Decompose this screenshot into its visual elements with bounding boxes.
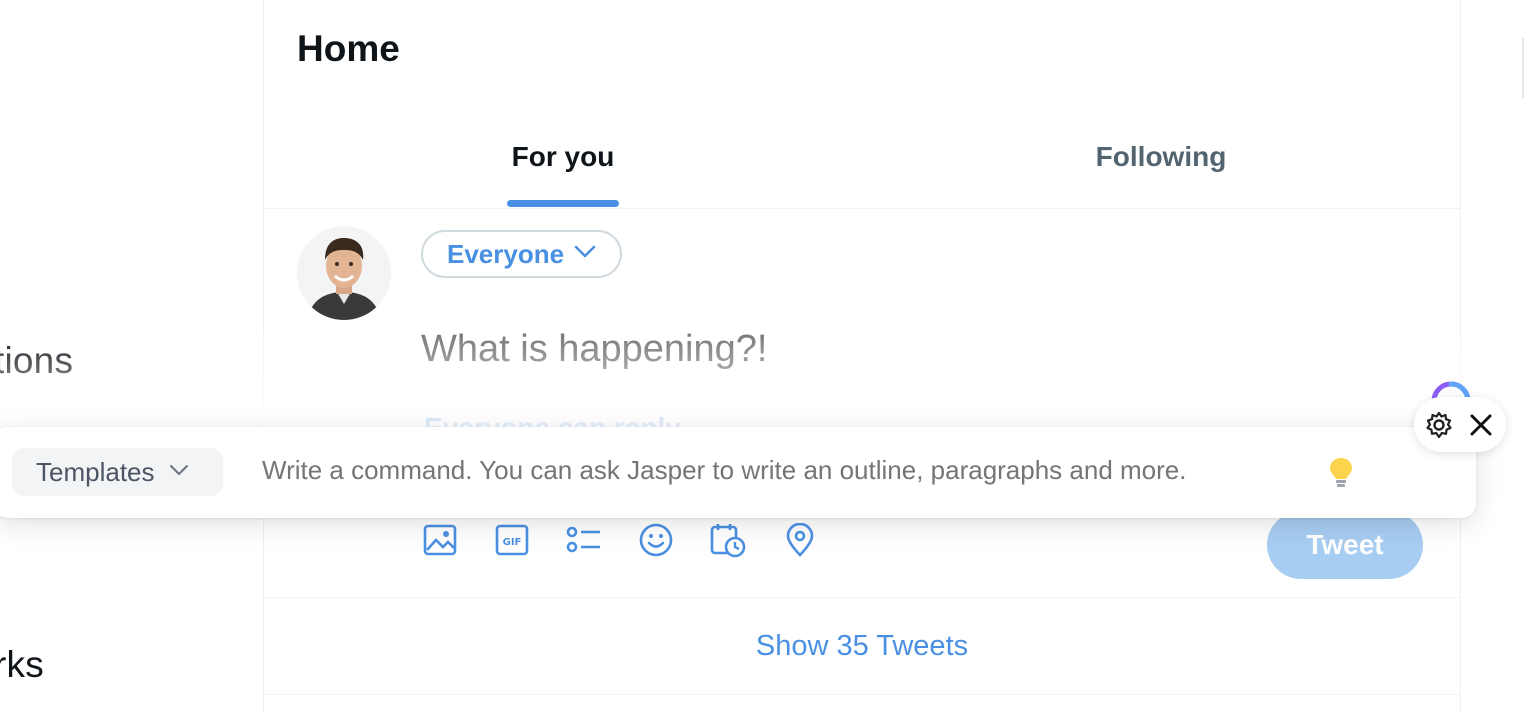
- tab-for-you[interactable]: For you: [264, 104, 862, 209]
- chevron-down-icon: [169, 463, 189, 481]
- sidebar-item-bookmarks[interactable]: rks: [0, 644, 44, 686]
- gif-icon[interactable]: GIF: [493, 521, 531, 559]
- schedule-icon[interactable]: [709, 521, 747, 559]
- templates-dropdown[interactable]: Templates: [12, 448, 223, 496]
- emoji-icon[interactable]: [637, 521, 675, 559]
- tab-following[interactable]: Following: [862, 104, 1460, 209]
- show-more-row: Show 35 Tweets: [264, 597, 1460, 695]
- page: tions rks Home For you Following Everyon…: [0, 0, 1524, 714]
- tab-label: Following: [1095, 140, 1227, 172]
- audience-label: Everyone: [447, 238, 565, 269]
- image-icon[interactable]: [421, 521, 459, 559]
- jasper-controls: [1414, 397, 1506, 452]
- lightbulb-icon[interactable]: [1327, 455, 1359, 489]
- audience-selector-button[interactable]: Everyone: [421, 230, 623, 278]
- location-icon[interactable]: [781, 521, 819, 559]
- tab-label: For you: [511, 140, 615, 172]
- main-column: Home For you Following Everyone What is …: [263, 0, 1461, 714]
- templates-label: Templates: [36, 456, 155, 487]
- jasper-command-input[interactable]: [262, 455, 1302, 486]
- svg-text:GIF: GIF: [503, 537, 522, 548]
- jasper-command-bar: Templates: [0, 427, 1476, 518]
- tweet-button[interactable]: Tweet: [1267, 511, 1423, 579]
- page-title: Home: [297, 28, 400, 69]
- active-tab-indicator: [507, 200, 619, 207]
- gear-icon[interactable]: [1422, 408, 1456, 442]
- avatar-image: [297, 226, 391, 320]
- chevron-down-icon: [574, 245, 596, 264]
- sidebar-item-notifications[interactable]: tions: [0, 340, 73, 382]
- left-sidebar: tions rks: [0, 0, 263, 714]
- composer-toolbar: GIF: [421, 521, 819, 559]
- tweet-compose-input[interactable]: [421, 328, 1221, 371]
- close-icon[interactable]: [1464, 408, 1498, 442]
- poll-icon[interactable]: [565, 521, 603, 559]
- timeline-tabs: For you Following: [264, 104, 1460, 209]
- avatar[interactable]: [297, 226, 391, 320]
- show-new-tweets-link[interactable]: Show 35 Tweets: [756, 630, 968, 663]
